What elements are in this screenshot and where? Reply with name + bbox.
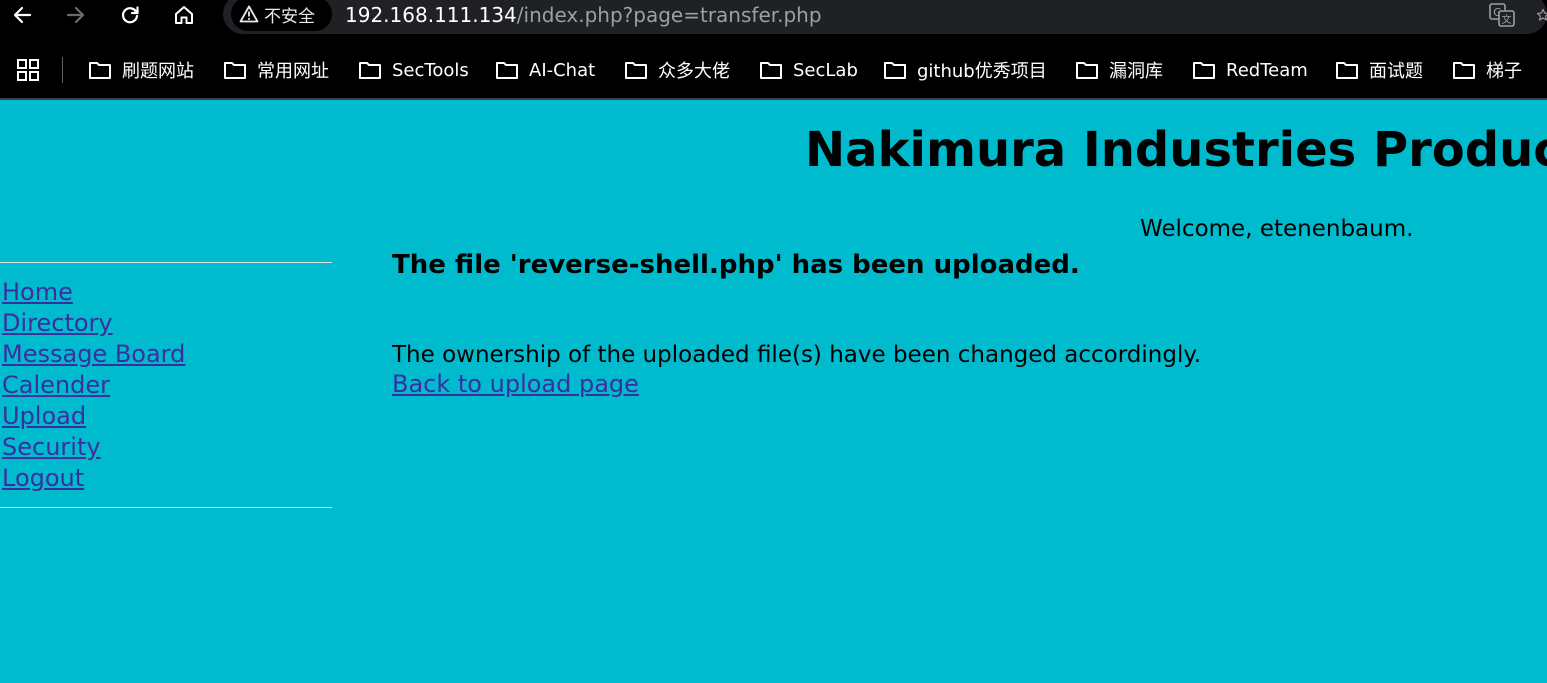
bookmark-label: 众多大佬: [658, 61, 730, 82]
reload-button[interactable]: [114, 0, 146, 30]
bookmark-folder[interactable]: 常用网址: [223, 56, 329, 84]
browser-chrome: 不安全 192.168.111.134/index.php?page=trans…: [0, 0, 1547, 100]
bookmark-folder[interactable]: 众多大佬: [624, 56, 730, 84]
bookmark-folder[interactable]: SecTools: [358, 56, 469, 84]
folder-icon: [884, 62, 906, 79]
bookmark-label: SecLab: [793, 59, 858, 81]
nav-link-message-board[interactable]: Message Board: [0, 340, 185, 368]
folder-icon: [1453, 62, 1475, 79]
site-title: Nakimura Industries Productio: [805, 122, 1547, 178]
svg-text:文: 文: [1502, 13, 1512, 26]
bookmark-label: 面试题: [1369, 61, 1423, 82]
nav-item-directory: Directory: [0, 308, 332, 339]
bookmark-label: 漏洞库: [1109, 61, 1163, 82]
nav-list: Home Directory Message Board Calender Up…: [0, 263, 332, 507]
bookmark-folder[interactable]: AI-Chat: [495, 56, 595, 84]
apps-grid-icon[interactable]: [16, 58, 40, 82]
folder-icon: [1193, 62, 1215, 79]
bookmark-folder[interactable]: 梯子: [1452, 56, 1522, 84]
url-host: 192.168.111.134: [345, 3, 517, 27]
forward-button[interactable]: [60, 0, 92, 30]
folder-icon: [89, 62, 111, 79]
nav-item-upload: Upload: [0, 401, 332, 432]
bookmark-label: SecTools: [392, 59, 469, 81]
sidebar-nav: Home Directory Message Board Calender Up…: [0, 262, 332, 508]
bookmark-label: github优秀项目: [917, 61, 1047, 82]
bookmark-label: AI-Chat: [529, 59, 596, 81]
nav-item-home: Home: [0, 277, 332, 308]
ownership-message: The ownership of the uploaded file(s) ha…: [392, 342, 1202, 368]
nav-link-home[interactable]: Home: [0, 278, 73, 306]
folder-icon: [625, 62, 647, 79]
home-button[interactable]: [168, 0, 200, 30]
folder-icon: [496, 62, 518, 79]
bookmark-folder[interactable]: 面试题: [1335, 56, 1423, 84]
warning-icon: [239, 5, 259, 23]
folder-icon: [224, 62, 246, 79]
translate-icon[interactable]: G 文: [1488, 2, 1516, 28]
arrow-right-icon: [66, 6, 85, 24]
nav-link-security[interactable]: Security: [0, 433, 101, 461]
nav-item-logout: Logout: [0, 463, 332, 494]
nav-item-message-board: Message Board: [0, 339, 332, 370]
bookmark-label: 常用网址: [257, 61, 329, 82]
upload-success-message: The file 'reverse-shell.php' has been up…: [392, 250, 1080, 280]
browser-toolbar: 不安全 192.168.111.134/index.php?page=trans…: [0, 0, 1547, 34]
main-content: The file 'reverse-shell.php' has been up…: [392, 250, 1201, 398]
bookmarks-separator: [62, 57, 63, 83]
folder-icon: [1076, 62, 1098, 79]
nav-item-calender: Calender: [0, 370, 332, 401]
folder-icon: [359, 62, 381, 79]
bookmarks-bar: 刷题网站 常用网址 SecTools AI-Chat 众多大佬 SecLab g…: [0, 50, 1547, 90]
bookmark-label: 刷题网站: [122, 61, 194, 82]
back-to-upload-link[interactable]: Back to upload page: [392, 370, 639, 398]
bookmark-label: RedTeam: [1226, 59, 1308, 81]
arrow-left-icon: [13, 6, 32, 24]
sidebar-bottom-divider: [0, 507, 332, 508]
web-page: Nakimura Industries Productio Welcome, e…: [0, 100, 1547, 683]
url-path: /index.php?page=transfer.php: [516, 3, 822, 27]
back-button[interactable]: [6, 0, 38, 30]
reload-icon: [121, 6, 139, 24]
nav-link-logout[interactable]: Logout: [0, 464, 84, 492]
bookmark-folder[interactable]: RedTeam: [1192, 56, 1308, 84]
bookmark-label: 梯子: [1486, 61, 1522, 82]
nav-link-directory[interactable]: Directory: [0, 309, 113, 337]
security-label: 不安全: [264, 6, 315, 27]
folder-icon: [760, 62, 782, 79]
bookmark-folder[interactable]: 漏洞库: [1075, 56, 1163, 84]
home-icon: [175, 6, 193, 24]
bookmark-star-icon[interactable]: [1536, 5, 1547, 25]
nav-item-security: Security: [0, 432, 332, 463]
bookmark-folder[interactable]: SecLab: [759, 56, 858, 84]
nav-link-upload[interactable]: Upload: [0, 402, 86, 430]
bookmark-folder[interactable]: 刷题网站: [88, 56, 194, 84]
welcome-message: Welcome, etenenbaum.: [1140, 216, 1414, 242]
bookmark-folder[interactable]: github优秀项目: [883, 56, 1047, 84]
folder-icon: [1336, 62, 1358, 79]
nav-link-calender[interactable]: Calender: [0, 371, 110, 399]
url-text[interactable]: 192.168.111.134/index.php?page=transfer.…: [345, 2, 822, 28]
security-indicator[interactable]: 不安全: [231, 0, 332, 31]
